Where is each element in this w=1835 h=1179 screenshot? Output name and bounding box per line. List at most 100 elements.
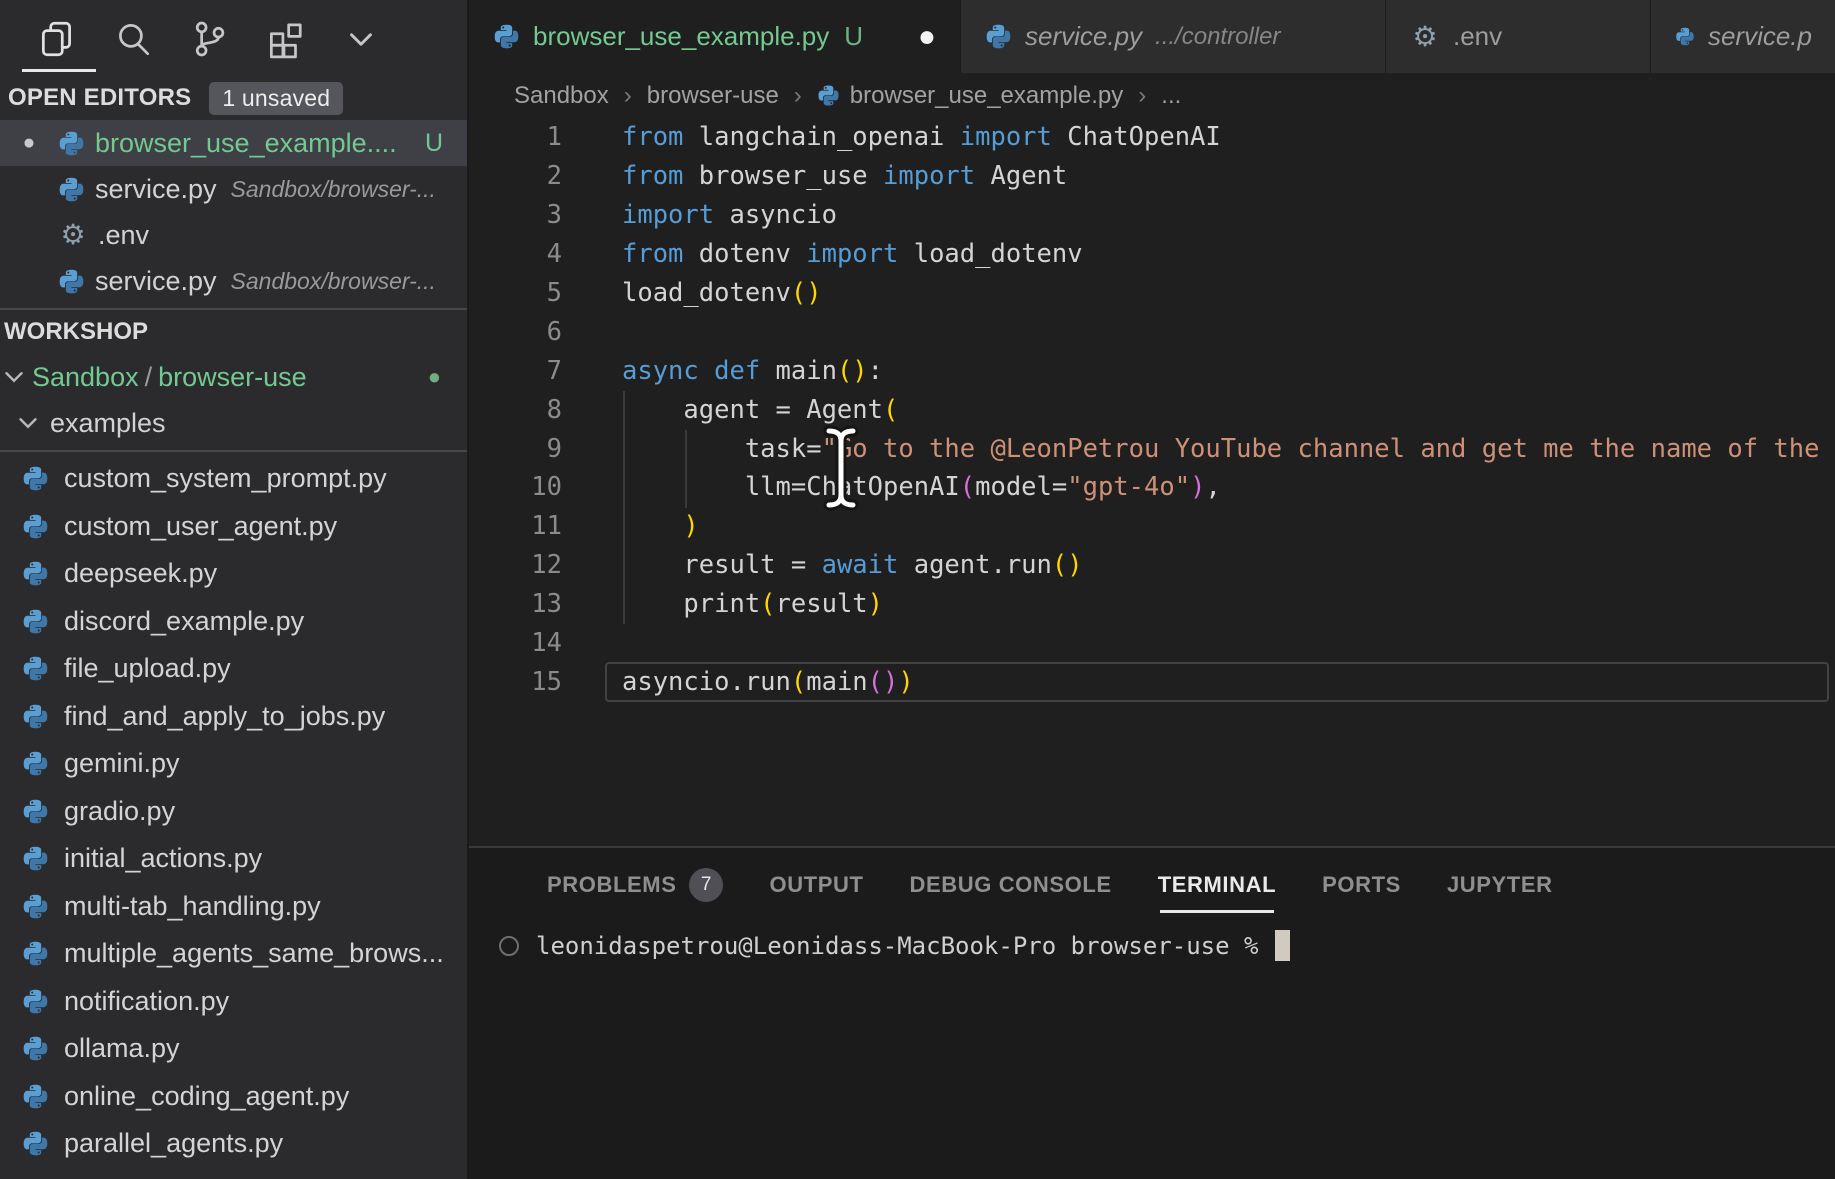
panel-tab-output[interactable]: OUTPUT [769, 872, 863, 898]
folder-modified-dot-icon: ● [428, 364, 441, 390]
tree-folder-examples[interactable]: examples [0, 400, 467, 446]
file-name: initial_actions.py [64, 843, 262, 874]
line-number: 4 [469, 239, 562, 269]
open-editor-path: Sandbox/browser-... [231, 268, 436, 295]
workshop-header[interactable]: WORKSHOP [0, 310, 467, 354]
code-line[interactable]: 5load_dotenv() [469, 274, 1835, 313]
code-line[interactable]: 12 result = await agent.run() [469, 546, 1835, 585]
line-number: 9 [469, 434, 562, 464]
breadcrumb-item[interactable]: browser_use_example.py [817, 82, 1123, 110]
editor-tab[interactable]: service.py.../controller [961, 0, 1386, 73]
editor-tab[interactable]: service.p [1651, 0, 1835, 73]
line-number: 12 [469, 550, 562, 580]
file-name: deepseek.py [64, 558, 217, 589]
file-item[interactable]: online_coding_agent.py [0, 1073, 467, 1121]
search-icon[interactable] [112, 18, 154, 60]
root-name-sandbox: Sandbox [32, 362, 139, 393]
problems-count-badge: 7 [689, 868, 723, 902]
breadcrumb-label: Sandbox [514, 82, 609, 110]
open-editor-filename: service.py [95, 266, 217, 297]
breadcrumb-separator: › [794, 82, 802, 110]
panel-tab-jupyter[interactable]: JUPYTER [1447, 872, 1553, 898]
code-line[interactable]: 1from langchain_openai import ChatOpenAI [469, 118, 1835, 157]
explorer-icon[interactable] [36, 18, 78, 60]
open-editor-item[interactable]: service.pySandbox/browser-... [0, 166, 467, 212]
file-name: find_and_apply_to_jobs.py [64, 701, 385, 732]
git-status-untracked: U [425, 129, 443, 158]
python-icon [22, 1130, 49, 1157]
code-line[interactable]: 11 ) [469, 507, 1835, 546]
file-item[interactable]: file_upload.py [0, 645, 467, 693]
code-text: llm=ChatOpenAI(model="gpt-4o"), [562, 472, 1221, 502]
code-line[interactable]: 10 llm=ChatOpenAI(model="gpt-4o"), [469, 468, 1835, 507]
line-number: 13 [469, 589, 562, 619]
file-item[interactable]: deepseek.py [0, 550, 467, 598]
file-item[interactable]: multiple_agents_same_brows... [0, 930, 467, 978]
code-editor[interactable]: 1from langchain_openai import ChatOpenAI… [469, 118, 1835, 844]
code-token: ) [1190, 472, 1205, 502]
file-item[interactable]: discord_example.py [0, 598, 467, 646]
open-editors-header[interactable]: OPEN EDITORS 1 unsaved [0, 78, 467, 118]
bottom-panel: PROBLEMS7 OUTPUT DEBUG CONSOLE TERMINAL PORT… [469, 846, 1835, 1179]
code-token: load_dotenv [898, 239, 1082, 269]
file-item[interactable]: gemini.py [0, 740, 467, 788]
code-text: from dotenv import load_dotenv [562, 239, 1083, 269]
open-editor-item[interactable]: ⚙.env [0, 212, 467, 258]
tab-label: service.p [1708, 21, 1812, 52]
open-editor-item[interactable]: ● browser_use_example....U [0, 120, 467, 166]
modified-dot-icon: ● [0, 131, 58, 155]
code-line[interactable]: 8 agent = Agent( [469, 390, 1835, 429]
python-icon [22, 465, 49, 492]
open-editor-item[interactable]: service.py Sandbox/browser-... [0, 258, 467, 304]
chevron-down-icon [2, 365, 26, 389]
breadcrumb-item[interactable]: Sandbox [514, 82, 609, 110]
code-line[interactable]: 2from browser_use import Agent [469, 157, 1835, 196]
file-name: notification.py [64, 986, 229, 1017]
file-item[interactable]: custom_system_prompt.py [0, 455, 467, 503]
panel-tab-ports[interactable]: PORTS [1322, 872, 1401, 898]
file-item[interactable]: gradio.py [0, 788, 467, 836]
python-icon [22, 513, 49, 540]
more-views-chevron-icon[interactable] [340, 18, 382, 60]
code-token: result [776, 589, 868, 619]
root-name-browser-use: browser-use [158, 362, 307, 393]
line-number: 1 [469, 122, 562, 152]
code-token: () [791, 278, 822, 308]
code-line[interactable]: 7async def main(): [469, 351, 1835, 390]
line-number: 5 [469, 278, 562, 308]
code-token: agent.run [898, 550, 1052, 580]
editor-tab[interactable]: browser_use_example.pyU● [469, 0, 961, 73]
file-item[interactable]: find_and_apply_to_jobs.py [0, 693, 467, 741]
code-line[interactable]: 6 [469, 312, 1835, 351]
code-token: model= [975, 472, 1067, 502]
breadcrumb-item[interactable]: ... [1161, 82, 1181, 110]
panel-tab-problems[interactable]: PROBLEMS7 [547, 868, 723, 902]
file-item[interactable]: custom_user_agent.py [0, 503, 467, 551]
editor-tab[interactable]: ⚙.env [1386, 0, 1651, 73]
code-line[interactable]: 9 task="Go to the @LeonPetrou YouTube ch… [469, 429, 1835, 468]
file-item[interactable]: notification.py [0, 978, 467, 1026]
tab-git-status: U [844, 21, 863, 52]
panel-tab-debug-console[interactable]: DEBUG CONSOLE [910, 872, 1112, 898]
file-item[interactable]: initial_actions.py [0, 835, 467, 883]
python-icon [58, 176, 85, 203]
source-control-icon[interactable] [188, 18, 230, 60]
file-item[interactable]: ollama.py [0, 1025, 467, 1073]
gear-icon: ⚙ [1410, 23, 1440, 51]
terminal[interactable]: leonidaspetrou@Leonidass-MacBook-Pro bro… [469, 930, 1835, 961]
breadcrumb-item[interactable]: browser-use [647, 82, 779, 110]
terminal-command-decoration-icon [499, 936, 519, 956]
python-icon [22, 1083, 49, 1110]
code-line[interactable]: 13 print(result) [469, 585, 1835, 624]
panel-tab-terminal[interactable]: TERMINAL [1158, 872, 1276, 898]
file-name: ollama.py [64, 1033, 180, 1064]
file-item[interactable]: parallel_agents.py [0, 1120, 467, 1168]
code-line[interactable]: 3import asyncio [469, 196, 1835, 235]
tree-root-sandbox-browser-use[interactable]: Sandbox / browser-use ● [0, 354, 467, 400]
file-item[interactable]: multi-tab_handling.py [0, 883, 467, 931]
code-line[interactable]: 14 [469, 624, 1835, 663]
code-line[interactable]: 4from dotenv import load_dotenv [469, 235, 1835, 274]
extensions-icon[interactable] [264, 18, 306, 60]
tab-modified-dot-icon[interactable]: ● [918, 22, 936, 52]
python-icon [22, 560, 49, 587]
